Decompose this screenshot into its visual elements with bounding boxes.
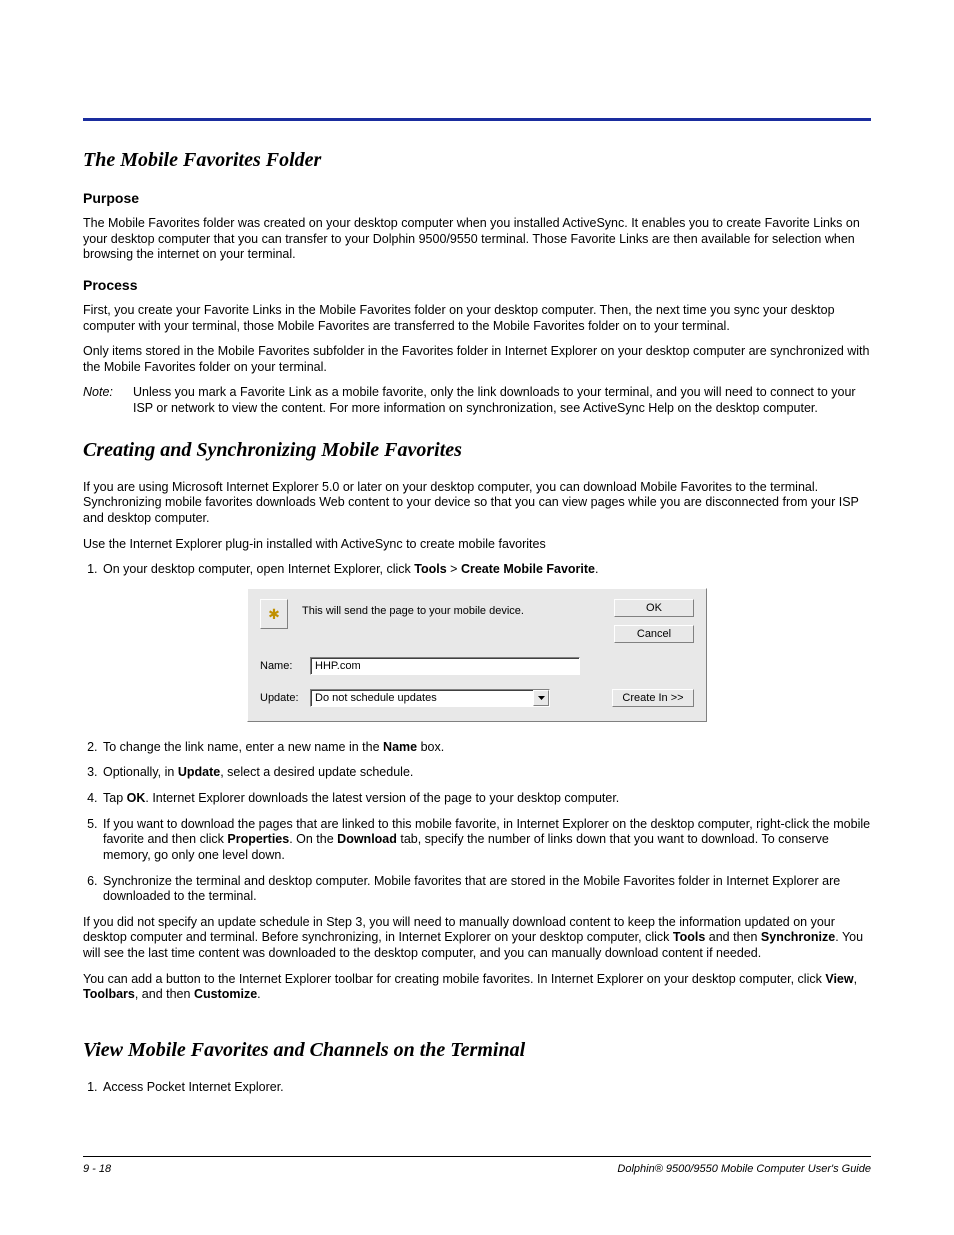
page-number: 9 - 18: [83, 1163, 111, 1175]
para-process-1: First, you create your Favorite Links in…: [83, 303, 871, 334]
ok-button[interactable]: OK: [614, 599, 694, 617]
section-title-creating-sync: Creating and Synchronizing Mobile Favori…: [83, 439, 871, 462]
step-1: On your desktop computer, open Internet …: [101, 562, 871, 578]
heading-process: Process: [83, 277, 871, 293]
star-icon: ✱: [268, 607, 280, 621]
header-rule: [83, 118, 871, 121]
heading-purpose: Purpose: [83, 190, 871, 206]
step-4: Tap OK. Internet Explorer downloads the …: [101, 791, 871, 807]
dialog-message: This will send the page to your mobile d…: [302, 599, 604, 617]
section-title-mobile-favorites-folder: The Mobile Favorites Folder: [83, 149, 871, 172]
para-s2-2: Use the Internet Explorer plug-in instal…: [83, 537, 871, 553]
cancel-button[interactable]: Cancel: [614, 625, 694, 643]
name-label: Name:: [260, 660, 310, 672]
page-footer: 9 - 18 Dolphin® 9500/9550 Mobile Compute…: [83, 1156, 871, 1175]
name-input[interactable]: [310, 657, 580, 675]
update-label: Update:: [260, 692, 310, 704]
section-title-view-favorites: View Mobile Favorites and Channels on th…: [83, 1039, 871, 1062]
create-mobile-favorite-dialog: ✱ This will send the page to your mobile…: [247, 588, 707, 722]
para-after-2: You can add a button to the Internet Exp…: [83, 972, 871, 1003]
para-s2-1: If you are using Microsoft Internet Expl…: [83, 480, 871, 527]
footer-title: Dolphin® 9500/9550 Mobile Computer User'…: [617, 1163, 871, 1175]
note-body: Unless you mark a Favorite Link as a mob…: [133, 385, 871, 416]
favorite-icon: ✱: [260, 599, 288, 629]
step-5: If you want to download the pages that a…: [101, 817, 871, 864]
chevron-down-icon[interactable]: [533, 690, 549, 706]
step-3: Optionally, in Update, select a desired …: [101, 765, 871, 781]
update-select[interactable]: [310, 689, 550, 707]
step-6: Synchronize the terminal and desktop com…: [101, 874, 871, 905]
steps-list-create-cont: To change the link name, enter a new nam…: [83, 740, 871, 905]
para-process-2: Only items stored in the Mobile Favorite…: [83, 344, 871, 375]
step-view-1: Access Pocket Internet Explorer.: [101, 1080, 871, 1096]
step-2: To change the link name, enter a new nam…: [101, 740, 871, 756]
note-block: Note: Unless you mark a Favorite Link as…: [83, 385, 871, 416]
note-label: Note:: [83, 385, 123, 416]
para-after-1: If you did not specify an update schedul…: [83, 915, 871, 962]
create-in-button[interactable]: Create In >>: [612, 689, 694, 707]
steps-list-view: Access Pocket Internet Explorer.: [83, 1080, 871, 1096]
para-purpose: The Mobile Favorites folder was created …: [83, 216, 871, 263]
steps-list-create: On your desktop computer, open Internet …: [83, 562, 871, 578]
